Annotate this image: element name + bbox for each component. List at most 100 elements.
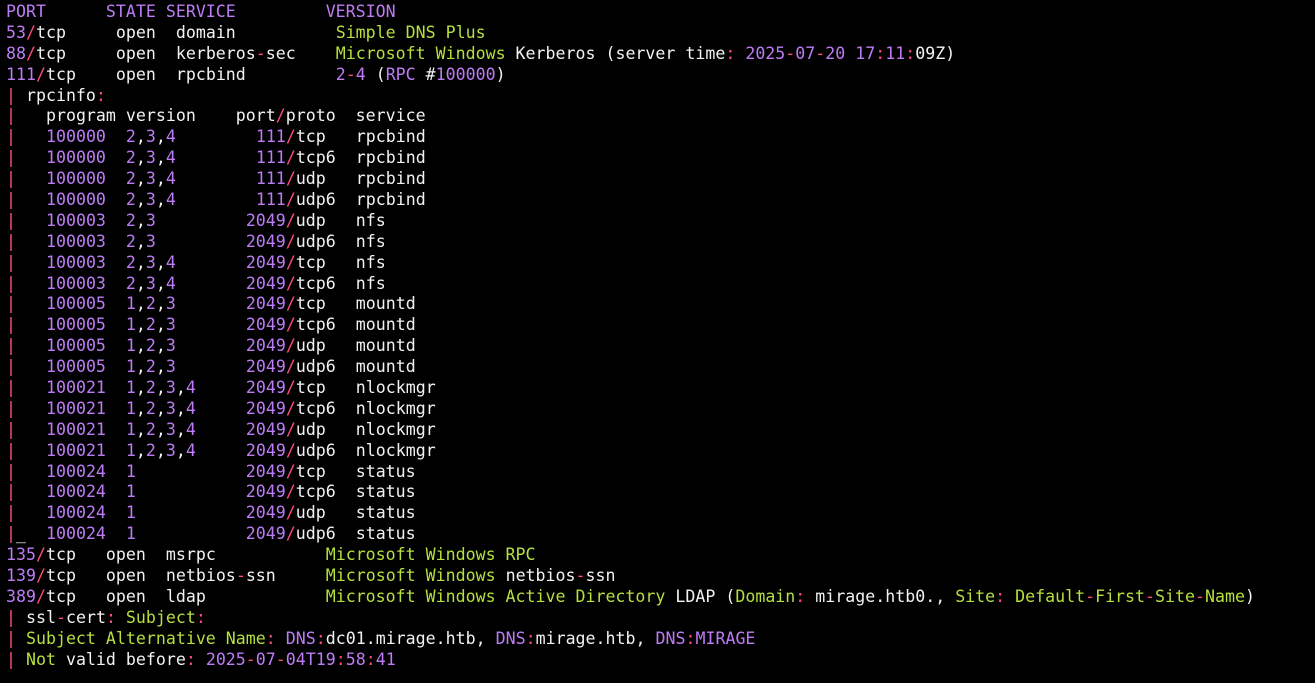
- terminal-text-segment: tcp6 status: [295, 482, 416, 502]
- terminal-text-segment: |: [6, 336, 16, 356]
- terminal-text-segment: Domain: [735, 586, 796, 606]
- terminal-text-segment: rpcinfo: [25, 85, 96, 105]
- terminal-text-segment: 100005 1: [45, 294, 136, 314]
- terminal-text-segment: /: [285, 294, 296, 314]
- terminal-text-segment: .: [595, 628, 606, 648]
- terminal-text-segment: 2025: [745, 43, 786, 63]
- terminal-text-segment: htb,: [605, 628, 656, 648]
- terminal-line: PORT STATE SERVICE VERSION: [6, 2, 1315, 23]
- terminal-text-segment: sec: [265, 43, 336, 63]
- terminal-text-segment: 3: [165, 398, 176, 418]
- terminal-text-segment: -: [785, 43, 796, 63]
- terminal-text-segment: ,: [155, 169, 166, 189]
- terminal-text-segment: :: [525, 628, 536, 648]
- terminal-line: | 100021 1,2,3,4 2049/tcp6 nlockmgr: [6, 399, 1315, 420]
- terminal-text-segment: 3: [145, 169, 156, 189]
- terminal-output[interactable]: PORT STATE SERVICE VERSION 53/tcp open do…: [6, 2, 1315, 683]
- terminal-text-segment: 100003 2: [45, 273, 136, 293]
- terminal-text-segment: mirage: [815, 586, 876, 606]
- terminal-text-segment: 2: [145, 336, 156, 356]
- terminal-text-segment: .: [365, 628, 376, 648]
- terminal-line: | 100003 2,3,4 2049/tcp nfs: [6, 253, 1315, 274]
- terminal-text-segment: Microsoft Windows Active Directory: [325, 586, 676, 606]
- terminal-text-segment: -: [275, 649, 286, 669]
- terminal-text-segment: 07: [795, 43, 816, 63]
- terminal-text-segment: /: [285, 461, 296, 481]
- terminal-line: | 100000 2,3,4 111/udp rpcbind: [6, 169, 1315, 190]
- terminal-text-segment: 2049: [245, 524, 286, 544]
- terminal-text-segment: ,: [155, 294, 166, 314]
- terminal-text-segment: 3: [145, 190, 156, 210]
- terminal-text-segment: 100000 2: [45, 148, 136, 168]
- terminal-text-segment: tcp open rpcbind: [45, 64, 336, 84]
- terminal-text-segment: 111: [255, 190, 286, 210]
- terminal-text-segment: DNS: [285, 628, 316, 648]
- terminal-text-segment: 3: [145, 252, 156, 272]
- terminal-text-segment: 100021 1: [45, 419, 136, 439]
- terminal-text-segment: udp nlockmgr: [295, 419, 436, 439]
- terminal-text-segment: udp6 status: [295, 524, 416, 544]
- terminal-text-segment: |: [6, 148, 16, 168]
- terminal-line: 53/tcp open domain Simple DNS Plus: [6, 23, 1315, 44]
- terminal-text-segment: ,: [175, 419, 186, 439]
- terminal-text-segment: /: [285, 503, 296, 523]
- terminal-text-segment: -: [1145, 586, 1156, 606]
- terminal-text-segment: /: [285, 440, 296, 460]
- terminal-text-segment: ,: [135, 190, 146, 210]
- terminal-text-segment: -: [255, 43, 266, 63]
- terminal-text-segment: |: [6, 649, 26, 669]
- terminal-text-segment: :: [265, 628, 286, 648]
- terminal-text-segment: RPC: [385, 64, 426, 84]
- terminal-text-segment: tcp open kerberos: [35, 43, 256, 63]
- terminal-text-segment: udp nfs: [295, 210, 386, 230]
- terminal-text-segment: .,: [925, 586, 946, 606]
- terminal-text-segment: ,: [135, 315, 146, 335]
- terminal-text-segment: /: [285, 210, 296, 230]
- terminal-text-segment: |: [6, 127, 16, 147]
- terminal-text-segment: /: [285, 273, 296, 293]
- terminal-text-segment: /: [275, 106, 286, 126]
- terminal-text-segment: /: [285, 524, 296, 544]
- terminal-text-segment: 2025: [205, 649, 246, 669]
- terminal-text-segment: Site: [955, 586, 996, 606]
- terminal-text-segment: 20 17: [825, 43, 876, 63]
- terminal-text-segment: ,: [155, 127, 166, 147]
- terminal-text-segment: ,: [135, 378, 146, 398]
- terminal-text-segment: 4: [165, 169, 256, 189]
- terminal-text-segment: |: [6, 190, 16, 210]
- terminal-text-segment: 2: [145, 398, 156, 418]
- terminal-text-segment: cert: [65, 607, 106, 627]
- terminal-line: | program version port/proto service: [6, 106, 1315, 127]
- terminal-text-segment: :: [185, 649, 206, 669]
- terminal-text-segment: 111: [255, 148, 286, 168]
- terminal-text-segment: |: [6, 357, 16, 377]
- terminal-text-segment: ,: [155, 378, 166, 398]
- terminal-text-segment: ): [1244, 586, 1255, 606]
- terminal-line: | 100005 1,2,3 2049/tcp6 mountd: [6, 315, 1315, 336]
- terminal-text-segment: Not: [25, 649, 66, 669]
- terminal-text-segment: tcp open netbios: [45, 566, 236, 586]
- terminal-text-segment: ,: [155, 273, 166, 293]
- terminal-text-segment: 2: [145, 315, 156, 335]
- terminal-text-segment: |: [6, 231, 16, 251]
- terminal-text-segment: 2049: [245, 210, 286, 230]
- terminal-text-segment: 2049: [245, 273, 286, 293]
- terminal-text-segment: ,: [155, 190, 166, 210]
- terminal-text-segment: ,: [135, 357, 146, 377]
- terminal-line: 111/tcp open rpcbind 2-4 (RPC #100000): [6, 65, 1315, 86]
- terminal-text-segment: 100005 1: [45, 315, 136, 335]
- terminal-text-segment: valid before: [65, 649, 186, 669]
- terminal-text-segment: /: [285, 336, 296, 356]
- terminal-text-segment: |: [6, 524, 16, 544]
- terminal-text-segment: PORT STATE SERVICE VERSION: [6, 2, 396, 21]
- terminal-line: | 100005 1,2,3 2049/udp6 mountd: [6, 357, 1315, 378]
- terminal-line: | 100024 1 2049/tcp status: [6, 462, 1315, 483]
- terminal-text-segment: 2: [145, 294, 156, 314]
- terminal-text-segment: 2: [145, 419, 156, 439]
